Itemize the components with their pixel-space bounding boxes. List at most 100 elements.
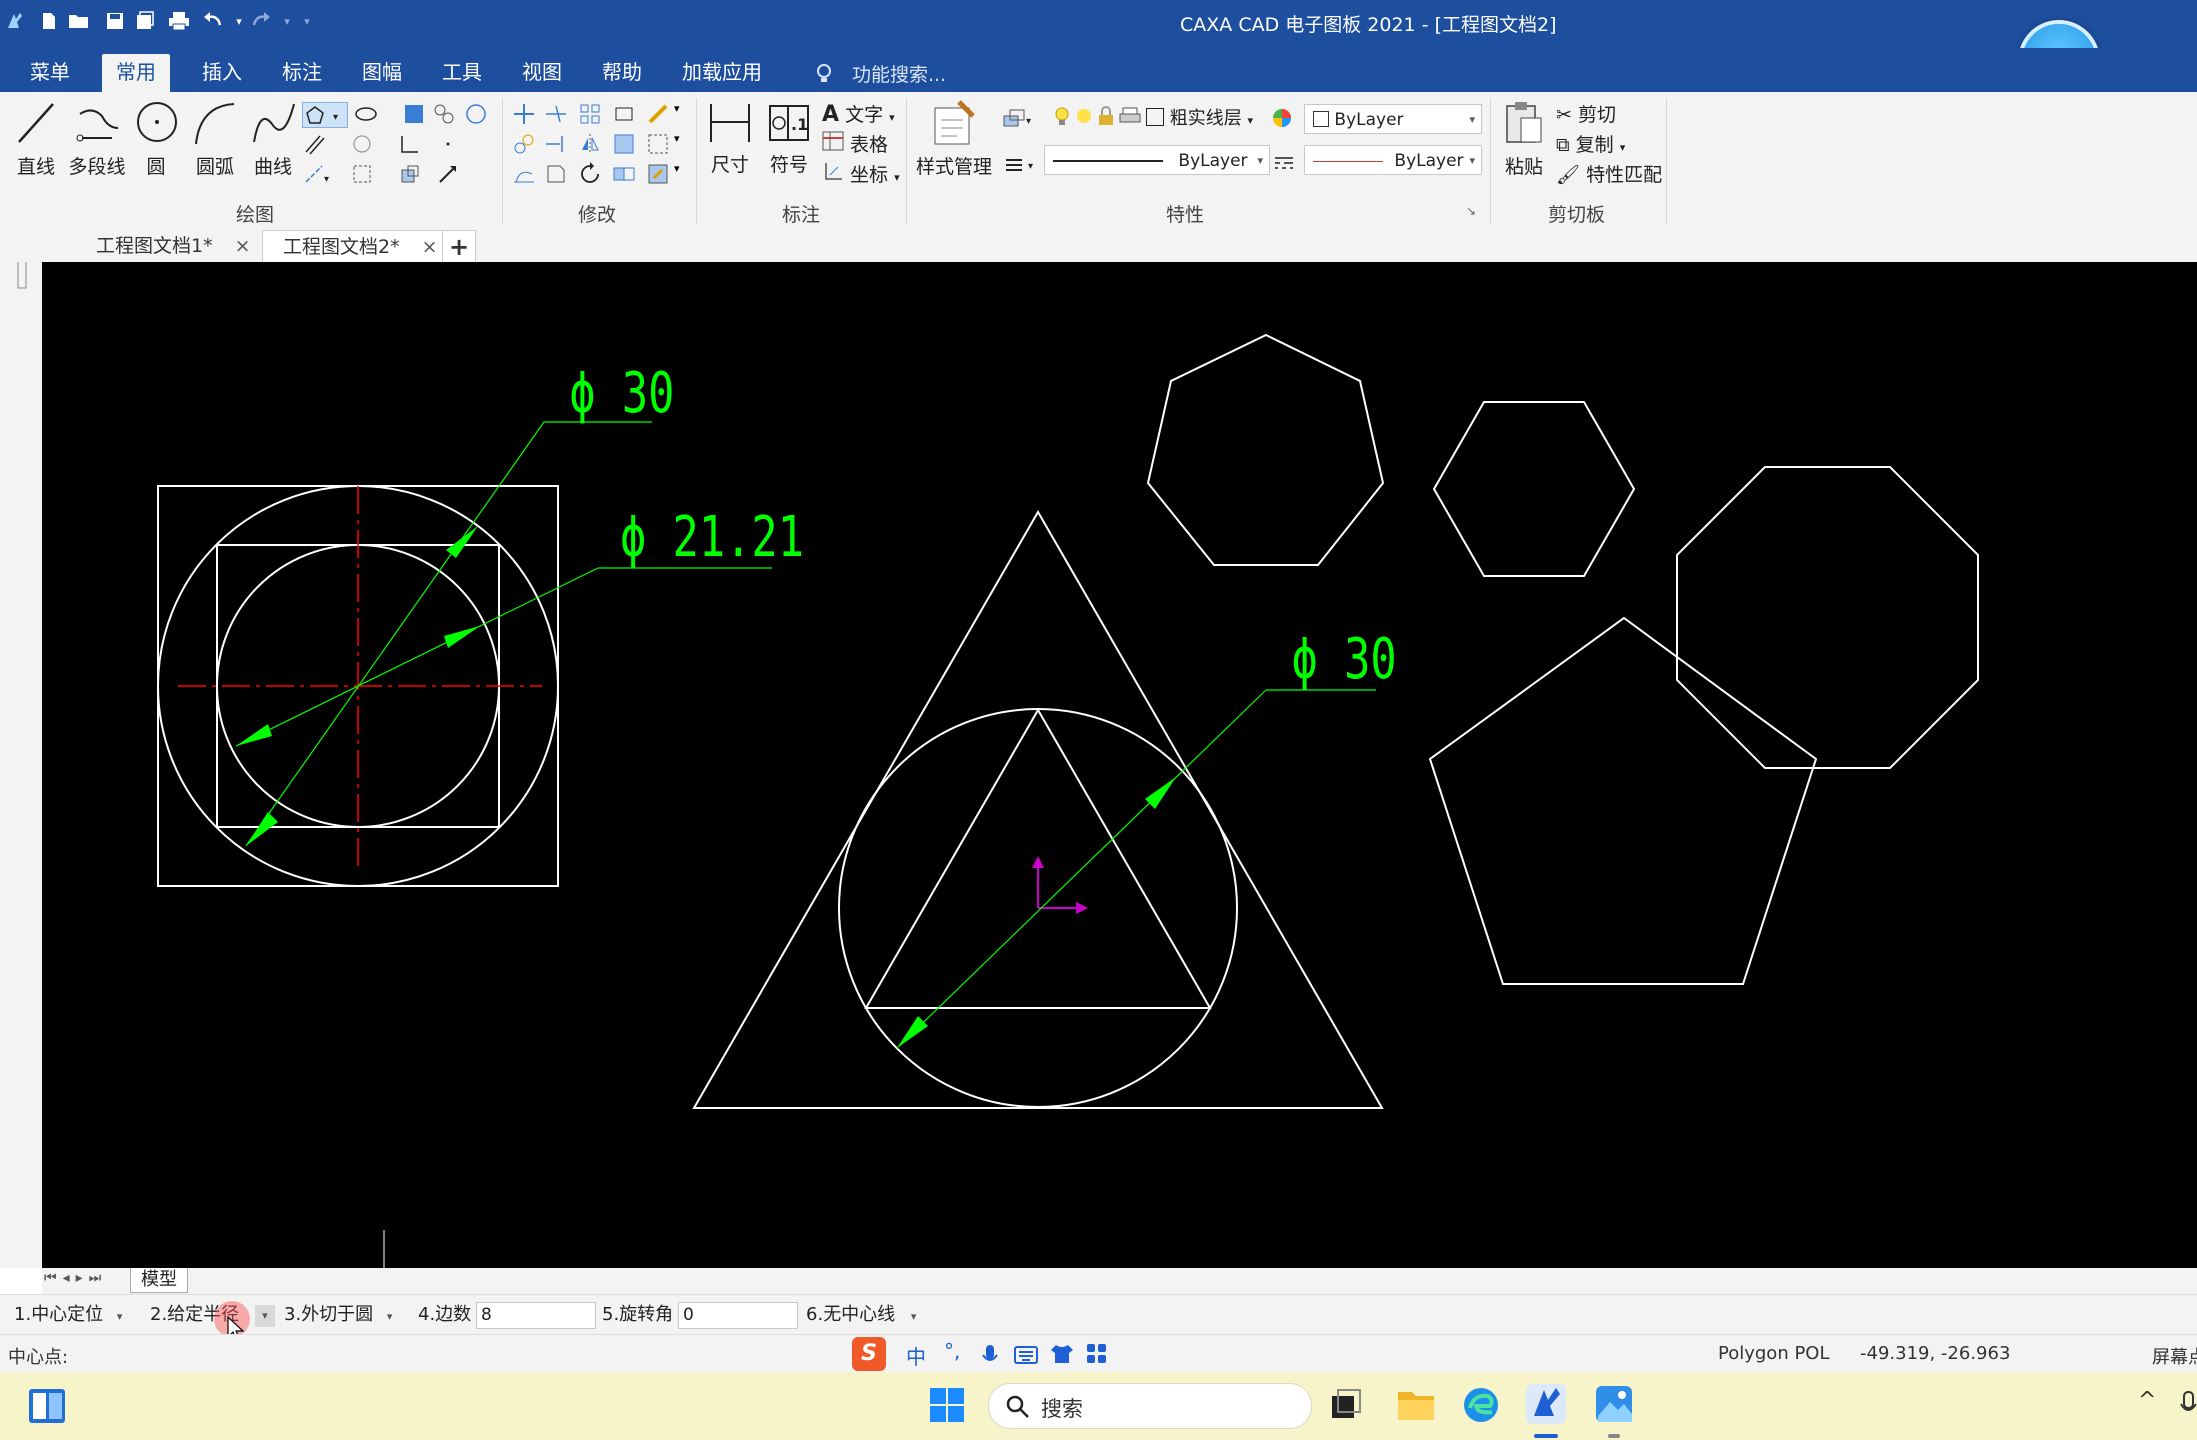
doc-tab-1[interactable]: 工程图文档1* × [96, 230, 251, 262]
layer-on-icon[interactable] [1050, 104, 1074, 128]
triangle-circle-figure[interactable] [692, 509, 1384, 1109]
imm-item-6[interactable]: 6.无中心线 ▾ [806, 1301, 916, 1329]
edge-browser-icon[interactable] [1462, 1386, 1500, 1424]
layer-print-icon[interactable] [1118, 104, 1142, 128]
ellipse-icon[interactable] [354, 102, 378, 126]
layer-lock-icon[interactable] [1094, 104, 1118, 128]
snap-mode[interactable]: 屏幕点 [2152, 1343, 2197, 1369]
lineweight-dropdown[interactable]: ByLayer ▾ [1044, 145, 1270, 175]
ime-language-toggle[interactable]: 中 [906, 1341, 926, 1370]
layer-dropdown[interactable]: 粗实线层 ▾ [1146, 104, 1253, 130]
layer-manager-icon[interactable]: ▾ [1002, 106, 1031, 130]
close-icon[interactable]: × [422, 236, 438, 258]
hexagon[interactable] [1432, 401, 1636, 577]
keyboard-icon[interactable] [1014, 1345, 1038, 1365]
save-icon[interactable] [102, 8, 128, 34]
array-icon[interactable] [578, 102, 602, 126]
match-properties-button[interactable]: 🖌 特性匹配 [1556, 160, 1662, 187]
line-button[interactable]: 直线 [12, 98, 60, 179]
layer-freeze-icon[interactable] [1072, 104, 1096, 128]
color-wheel-icon[interactable] [1270, 106, 1294, 130]
tab-menu[interactable]: 菜单 [16, 54, 84, 92]
properties-expand-icon[interactable]: ↘ [1466, 204, 1490, 228]
model-tab[interactable]: 模型 [130, 1268, 188, 1293]
open-folder-icon[interactable] [66, 8, 92, 34]
layout-navigation-icons[interactable]: ⏮◂▸⏭ [44, 1270, 107, 1286]
scale-icon[interactable] [646, 102, 670, 126]
skin-shirt-icon[interactable] [1050, 1343, 1074, 1365]
circle-button[interactable]: 圆 [134, 98, 178, 179]
table-button[interactable]: 表格 [822, 130, 888, 157]
copy-button[interactable]: ⧉ 复制 ▾ [1556, 130, 1625, 157]
tab-help[interactable]: 帮助 [588, 54, 656, 92]
new-file-icon[interactable] [36, 8, 62, 34]
print-icon[interactable] [166, 8, 192, 34]
drawing-svg[interactable]: ϕ 30 ϕ 21.21 ϕ 30 [42, 262, 2197, 1268]
style-manager-button[interactable]: 样式管理 [914, 98, 994, 179]
octagon[interactable] [1676, 466, 1979, 769]
rotate-icon[interactable] [578, 162, 602, 186]
tab-insert[interactable]: 插入 [188, 54, 256, 92]
color-dropdown[interactable]: ByLayer ▾ [1304, 104, 1482, 134]
undo-icon[interactable] [200, 8, 226, 34]
dimension-size-button[interactable]: 尺寸 [706, 100, 754, 177]
paste-button[interactable]: 粘贴 [1498, 98, 1550, 179]
block-icon[interactable] [398, 162, 422, 186]
modify-dropdown3-icon[interactable]: ▾ [674, 162, 698, 186]
chamfer-icon[interactable] [398, 132, 422, 156]
widgets-icon[interactable] [28, 1388, 66, 1424]
fillet-icon[interactable] [512, 162, 536, 186]
center-line-icon[interactable]: ▾ [302, 162, 329, 186]
caxa-app-icon[interactable] [1524, 1382, 1568, 1426]
move-icon[interactable] [512, 102, 536, 126]
customize-quick-access-icon[interactable]: ▾ [294, 8, 320, 34]
copy-object-icon[interactable] [512, 132, 536, 156]
tab-tools[interactable]: 工具 [428, 54, 496, 92]
imm-item-1[interactable]: 1.中心定位 ▾ [14, 1301, 122, 1329]
tab-addons[interactable]: 加载应用 [668, 54, 776, 92]
drawing-canvas[interactable]: ϕ 30 ϕ 21.21 ϕ 30 [42, 262, 2197, 1268]
doc-tab-2[interactable]: 工程图文档2* × [262, 230, 449, 263]
linetype-dropdown[interactable]: ByLayer ▾ [1304, 145, 1482, 175]
lineweight-icon[interactable]: ▾ [1004, 152, 1033, 176]
save-all-icon[interactable] [132, 8, 158, 34]
coordinate-button[interactable]: 坐标 ▾ [822, 160, 900, 187]
curve-button[interactable]: 曲线 [248, 98, 298, 179]
microphone-tray-icon[interactable] [2180, 1390, 2197, 1420]
mirror-icon[interactable] [578, 132, 602, 156]
hatch-icon[interactable] [402, 102, 426, 126]
parallel-line-icon[interactable] [302, 132, 326, 156]
region-icon[interactable] [464, 102, 488, 126]
taskbar-search-box[interactable]: 搜索 [988, 1383, 1312, 1429]
imm-item-3[interactable]: 3.外切于圆 ▾ [284, 1301, 392, 1329]
tab-view[interactable]: 视图 [508, 54, 576, 92]
modify-dropdown2-icon[interactable]: ▾ [674, 132, 698, 156]
pentagon[interactable] [1428, 616, 1818, 985]
polyline-button[interactable]: 多段线 [66, 98, 128, 179]
arrow-icon[interactable] [436, 162, 460, 186]
align-icon[interactable] [612, 162, 636, 186]
tab-annotate[interactable]: 标注 [268, 54, 336, 92]
linetype-icon[interactable] [1272, 150, 1296, 174]
rotate-input[interactable]: 0 [678, 1302, 798, 1329]
photos-app-icon[interactable] [1594, 1384, 1634, 1424]
windows-start-icon[interactable] [928, 1386, 966, 1424]
boundary-icon[interactable] [350, 162, 374, 186]
outer-triangle[interactable] [692, 509, 1384, 1109]
redo-icon[interactable] [248, 8, 274, 34]
symbol-button[interactable]: .1 符号 [764, 100, 814, 177]
tab-home[interactable]: 常用 [102, 54, 170, 92]
sogou-ime-icon[interactable]: S [852, 1337, 886, 1371]
polygon-tool-button[interactable]: ▾ [302, 102, 348, 128]
edit-icon[interactable] [646, 162, 670, 186]
heptagon[interactable] [1146, 333, 1385, 566]
imm-item-2[interactable]: 2.给定半径 ▾ [150, 1301, 275, 1329]
arc-button[interactable]: 圆弧 [190, 98, 240, 179]
spline-icon[interactable] [432, 102, 456, 126]
stretch-icon[interactable] [612, 102, 636, 126]
explode-icon[interactable] [646, 132, 670, 156]
break-icon[interactable] [544, 162, 568, 186]
dimension-phi2121[interactable]: ϕ 21.21 [235, 504, 804, 747]
modify-dropdown-icon[interactable]: ▾ [674, 102, 698, 126]
close-icon[interactable]: × [235, 235, 251, 257]
